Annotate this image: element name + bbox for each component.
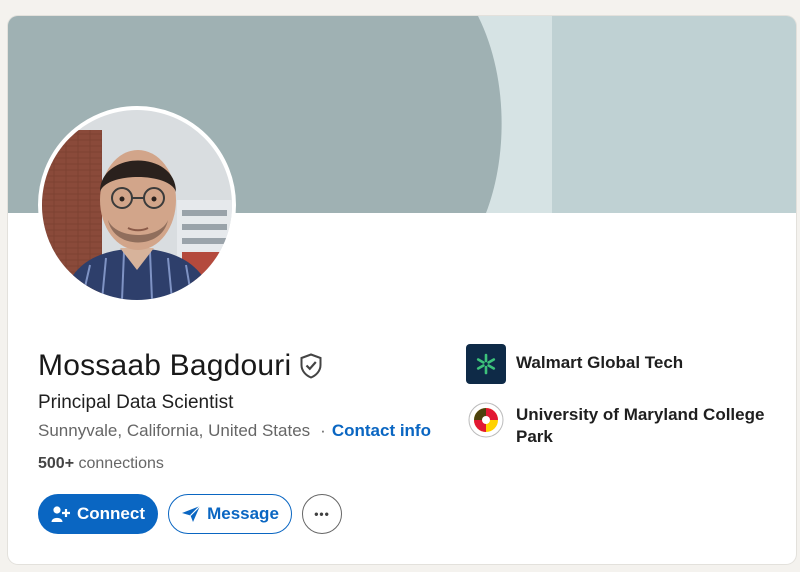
walmart-spark-icon	[466, 344, 506, 384]
umd-seal-icon	[466, 400, 506, 440]
company-name: Walmart Global Tech	[516, 353, 684, 372]
connect-button[interactable]: Connect	[38, 494, 158, 534]
verified-shield-icon[interactable]	[299, 353, 323, 379]
connections-number: 500+	[38, 455, 75, 472]
profile-name: Mossaab Bagdouri	[38, 349, 292, 382]
name-row: Mossaab Bagdouri	[38, 349, 323, 383]
location-row: Sunnyvale, California, United States · C…	[38, 421, 431, 441]
connections-count[interactable]: 500+ connections	[38, 455, 164, 473]
profile-location: Sunnyvale, California, United States	[38, 421, 311, 440]
send-plane-icon	[181, 505, 201, 523]
message-button[interactable]: Message	[168, 494, 292, 534]
add-person-icon	[51, 505, 71, 523]
more-actions-button[interactable]: •••	[302, 494, 342, 534]
profile-actions: Connect Message •••	[38, 494, 342, 534]
connect-button-label: Connect	[77, 504, 145, 523]
current-company-link[interactable]: Walmart Global Tech	[466, 344, 776, 384]
more-dots-icon: •••	[314, 507, 330, 521]
profile-headline: Principal Data Scientist	[38, 392, 234, 413]
separator-dot: ·	[320, 421, 326, 440]
contact-info-link[interactable]: Contact info	[332, 421, 431, 441]
profile-photo[interactable]	[38, 106, 236, 304]
connections-label: connections	[78, 455, 164, 472]
school-name: University of Maryland College Park	[516, 405, 765, 446]
profile-card: Mossaab Bagdouri Principal Data Scientis…	[8, 16, 796, 564]
top-card-experience: Walmart Global Tech University of Maryla…	[466, 344, 776, 448]
message-button-label: Message	[207, 504, 279, 523]
education-link[interactable]: University of Maryland College Park	[466, 400, 776, 448]
